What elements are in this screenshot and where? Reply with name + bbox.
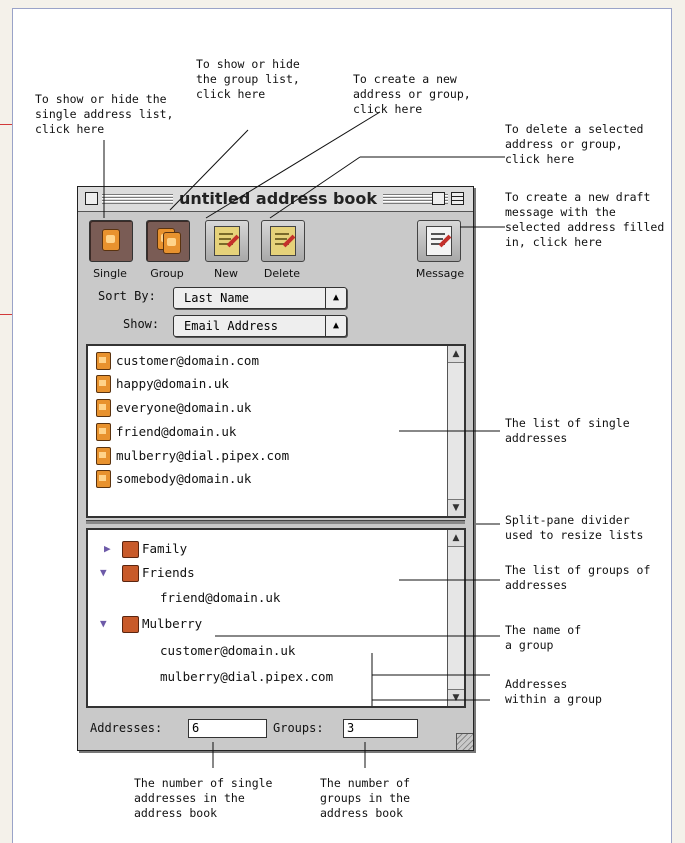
single-button-label: Single: [93, 267, 127, 280]
group-button-label: Group: [150, 267, 184, 280]
group-cards-icon: [122, 541, 139, 558]
delete-button-label: Delete: [263, 267, 301, 280]
annotation-group-toggle: To show or hide the group list, click he…: [196, 57, 300, 101]
new-document-icon: [214, 226, 240, 256]
title-bar[interactable]: untitled address book: [78, 187, 473, 212]
collapse-box-icon[interactable]: [451, 192, 464, 205]
addresses-count-field: 6: [188, 719, 267, 738]
delete-button[interactable]: [261, 220, 305, 262]
page-edge-tick: [0, 124, 12, 125]
annotation-create-new: To create a new address or group, click …: [353, 72, 471, 116]
group-row-family[interactable]: ▶ Family: [96, 538, 436, 559]
address-book-window: untitled address book Single Group New D…: [77, 186, 474, 751]
annotation-delete-selected: To delete a selected address or group, c…: [505, 122, 644, 166]
single-list-scrollbar[interactable]: ▲ ▼: [447, 346, 464, 516]
delete-document-icon: [270, 226, 296, 256]
annotation-group-name: The name of a group: [505, 623, 582, 652]
disclosure-triangle-down-icon[interactable]: ▼: [100, 562, 107, 583]
message-button[interactable]: [417, 220, 461, 262]
group-toggle-button[interactable]: [146, 220, 190, 262]
group-list-scrollbar[interactable]: ▲ ▼: [447, 530, 464, 706]
scroll-up-arrow-icon[interactable]: ▲: [448, 530, 464, 547]
single-toggle-button[interactable]: [89, 220, 133, 262]
addresses-count-label: Addresses:: [90, 721, 163, 735]
scroll-up-arrow-icon[interactable]: ▲: [448, 346, 464, 363]
single-address-list[interactable]: customer@domain.com happy@domain.uk ever…: [86, 344, 466, 518]
popup-arrows-icon: ▲: [325, 316, 346, 336]
group-row-mulberry[interactable]: ▼ Mulberry: [96, 613, 436, 634]
annotation-single-count: The number of single addresses in the ad…: [134, 776, 273, 820]
scroll-down-arrow-icon[interactable]: ▼: [448, 689, 464, 706]
annotation-divider: Split-pane divider used to resize lists: [505, 513, 644, 542]
scroll-down-arrow-icon[interactable]: ▼: [448, 499, 464, 516]
window-title: untitled address book: [173, 189, 383, 208]
new-button[interactable]: [205, 220, 249, 262]
show-value: Email Address: [184, 319, 278, 333]
group-cards-icon: [163, 232, 181, 254]
address-card-icon: [96, 375, 111, 393]
group-row-friends[interactable]: ▼ Friends: [96, 562, 436, 583]
address-card-icon: [96, 423, 111, 441]
annotation-single-toggle: To show or hide the single address list,…: [35, 92, 174, 136]
address-card-icon: [96, 470, 111, 488]
group-cards-icon: [122, 616, 139, 633]
annotation-single-list: The list of single addresses: [505, 416, 630, 445]
split-pane-divider[interactable]: [86, 520, 465, 524]
group-list[interactable]: ▶ Family ▼ Friends friend@domain.uk ▼ Mu…: [86, 528, 466, 708]
annotation-group-addresses: Addresses within a group: [505, 677, 602, 706]
popup-arrows-icon: ▲: [325, 288, 346, 308]
address-card-icon: [96, 399, 111, 417]
annotation-group-count: The number of groups in the address book: [320, 776, 411, 820]
groups-count-label: Groups:: [273, 721, 324, 735]
show-label: Show:: [123, 317, 160, 331]
address-card-icon: [102, 229, 120, 251]
group-cards-icon: [122, 565, 139, 582]
disclosure-triangle-down-icon[interactable]: ▼: [100, 613, 107, 634]
page-edge-tick: [0, 314, 12, 315]
new-button-label: New: [214, 267, 238, 280]
sort-by-value: Last Name: [184, 291, 250, 305]
address-card-icon: [96, 352, 111, 370]
zoom-box-icon[interactable]: [432, 192, 445, 205]
show-select[interactable]: Email Address ▲: [173, 315, 347, 337]
disclosure-triangle-right-icon[interactable]: ▶: [104, 538, 111, 559]
sort-by-select[interactable]: Last Name ▲: [173, 287, 347, 309]
message-button-label: Message: [415, 267, 465, 280]
sort-by-label: Sort By:: [98, 289, 156, 303]
draft-message-icon: [426, 226, 452, 256]
address-card-icon: [96, 447, 111, 465]
annotation-create-draft: To create a new draft message with the s…: [505, 190, 665, 249]
groups-count-field: 3: [343, 719, 418, 738]
resize-grip-icon[interactable]: [456, 733, 473, 750]
annotation-group-list: The list of groups of addresses: [505, 563, 651, 592]
close-box-icon[interactable]: [85, 192, 98, 205]
